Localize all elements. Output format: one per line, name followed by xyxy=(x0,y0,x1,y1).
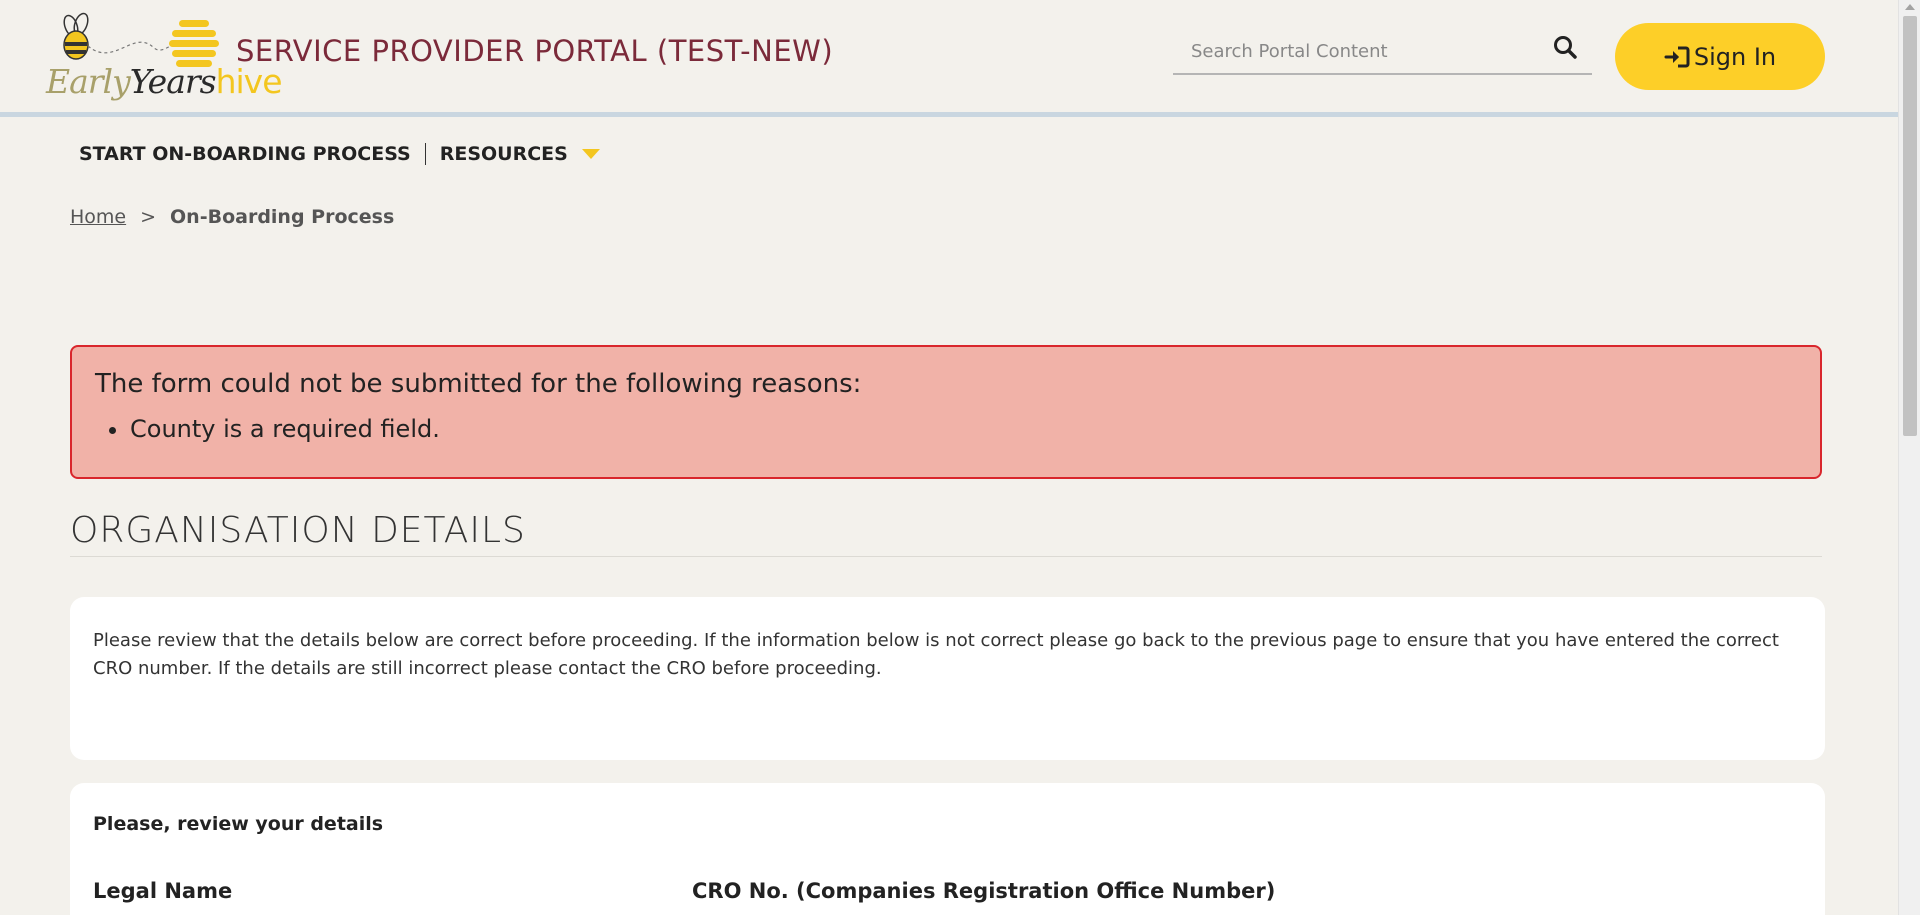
review-card: Please, review your details Legal Name C… xyxy=(70,783,1825,915)
site-title: SERVICE PROVIDER PORTAL (TEST-NEW) xyxy=(236,34,834,68)
nav-item-resources[interactable]: RESOURCES xyxy=(440,143,568,165)
main-nav: START ON-BOARDING PROCESS RESOURCES xyxy=(79,143,600,165)
scroll-up-arrow-icon[interactable] xyxy=(1905,4,1915,10)
sign-in-label: Sign In xyxy=(1693,42,1777,71)
sign-in-icon xyxy=(1664,46,1690,67)
alert-title: The form could not be submitted for the … xyxy=(95,369,862,399)
breadcrumb-home-link[interactable]: Home xyxy=(70,206,126,228)
page: EarlyYearshive SERVICE PROVIDER PORTAL (… xyxy=(0,0,1898,915)
nav-item-start-onboarding[interactable]: START ON-BOARDING PROCESS xyxy=(79,143,411,165)
breadcrumb-current: On-Boarding Process xyxy=(170,206,395,228)
review-heading: Please, review your details xyxy=(93,813,384,835)
info-card: Please review that the details below are… xyxy=(70,597,1825,760)
sign-in-button[interactable]: Sign In xyxy=(1615,23,1825,90)
site-header: EarlyYearshive SERVICE PROVIDER PORTAL (… xyxy=(0,0,1898,117)
cro-number-label: CRO No. (Companies Registration Office N… xyxy=(692,879,1276,903)
caret-down-icon[interactable] xyxy=(581,149,600,159)
breadcrumb-separator: > xyxy=(140,206,157,228)
info-text: Please review that the details below are… xyxy=(93,630,1779,679)
validation-error-alert: The form could not be submitted for the … xyxy=(70,345,1822,479)
section-divider xyxy=(70,556,1822,557)
search-input[interactable] xyxy=(1173,30,1553,72)
error-item: County is a required field. xyxy=(130,415,440,443)
search-icon[interactable] xyxy=(1552,34,1582,64)
error-list: County is a required field. xyxy=(80,405,440,453)
breadcrumb: Home > On-Boarding Process xyxy=(70,206,394,228)
scrollbar-thumb[interactable] xyxy=(1903,16,1917,436)
early-years-hive-logo[interactable]: EarlyYearshive xyxy=(44,8,283,101)
bee-hive-icon xyxy=(63,12,219,67)
nav-separator xyxy=(424,143,426,165)
vertical-scrollbar[interactable] xyxy=(1898,0,1920,915)
section-title: ORGANISATION DETAILS xyxy=(70,510,526,551)
legal-name-label: Legal Name xyxy=(93,879,233,903)
search-box xyxy=(1173,30,1592,75)
